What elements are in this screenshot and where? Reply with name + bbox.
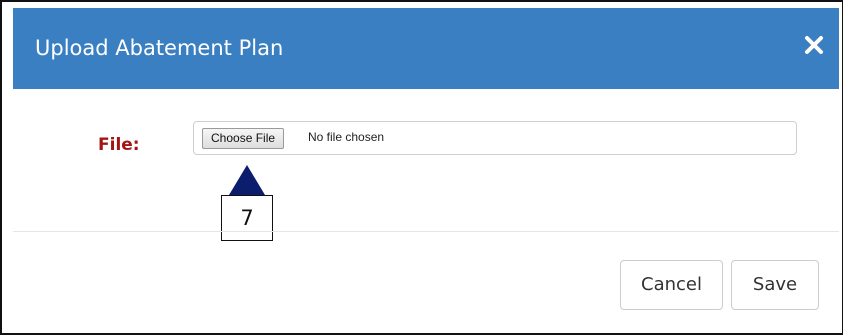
callout-arrow-icon	[229, 165, 265, 195]
modal-title: Upload Abatement Plan	[35, 36, 284, 60]
choose-file-button[interactable]: Choose File	[202, 128, 285, 149]
callout-number: 7	[221, 195, 273, 241]
cancel-button[interactable]: Cancel	[620, 260, 723, 310]
file-input[interactable]: Choose File No file chosen	[193, 121, 797, 155]
footer-divider	[13, 231, 839, 232]
no-file-chosen-text: No file chosen	[308, 130, 385, 144]
close-icon[interactable]	[803, 34, 825, 56]
file-label: File:	[98, 135, 140, 155]
modal-header: Upload Abatement Plan	[13, 8, 839, 89]
screenshot-frame: Upload Abatement Plan File: Choose File …	[0, 0, 843, 335]
save-button[interactable]: Save	[731, 260, 819, 310]
modal-body: File: Choose File No file chosen	[13, 89, 839, 231]
